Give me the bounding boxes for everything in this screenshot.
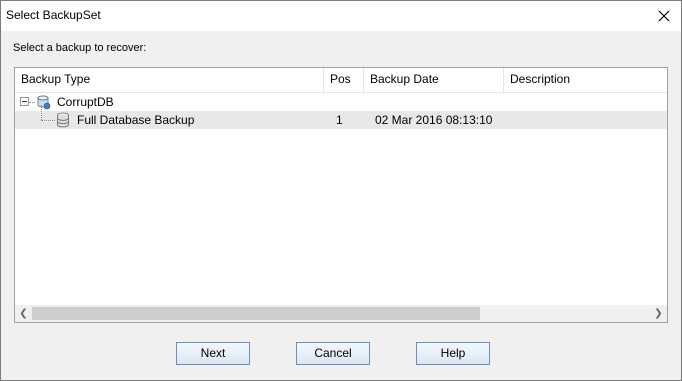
horizontal-scrollbar[interactable]: ❮ ❯ [15, 305, 667, 322]
column-header-backup-date[interactable]: Backup Date [364, 68, 504, 92]
column-header-backup-type[interactable]: Backup Type [15, 68, 324, 92]
tree-node-corruptdb[interactable]: CorruptDB [15, 93, 667, 111]
help-button[interactable]: Help [416, 342, 490, 365]
backup-row-full-database[interactable]: Full Database Backup 1 02 Mar 2016 08:13… [15, 105, 667, 129]
tree-node-label: CorruptDB [57, 95, 114, 109]
tree-connector-vertical [41, 105, 42, 120]
backup-type-cell: Full Database Backup [77, 113, 195, 127]
close-button[interactable] [651, 3, 677, 29]
database-backup-icon [57, 112, 69, 128]
next-button[interactable]: Next [176, 342, 250, 365]
instruction-label: Select a backup to recover: [13, 42, 147, 54]
scroll-left-icon[interactable]: ❮ [15, 305, 32, 322]
scroll-right-icon[interactable]: ❯ [650, 305, 667, 322]
close-icon [658, 10, 670, 22]
database-server-icon [37, 95, 51, 110]
backup-date-cell: 02 Mar 2016 08:13:10 [375, 113, 493, 127]
title-bar: Select BackupSet [1, 1, 681, 31]
grid-header: Backup Type Pos Backup Date Description [15, 68, 667, 93]
select-backupset-dialog: Select BackupSet Select a backup to reco… [0, 0, 682, 381]
scrollbar-thumb[interactable] [32, 307, 480, 320]
tree-connector [41, 120, 55, 121]
dialog-title: Select BackupSet [6, 8, 101, 22]
collapse-toggle-icon[interactable] [20, 97, 29, 106]
cancel-button[interactable]: Cancel [296, 342, 370, 365]
backup-grid[interactable]: Backup Type Pos Backup Date Description … [14, 67, 668, 323]
column-header-description[interactable]: Description [504, 68, 667, 92]
backup-pos-cell: 1 [336, 113, 343, 127]
column-header-pos[interactable]: Pos [324, 68, 364, 92]
